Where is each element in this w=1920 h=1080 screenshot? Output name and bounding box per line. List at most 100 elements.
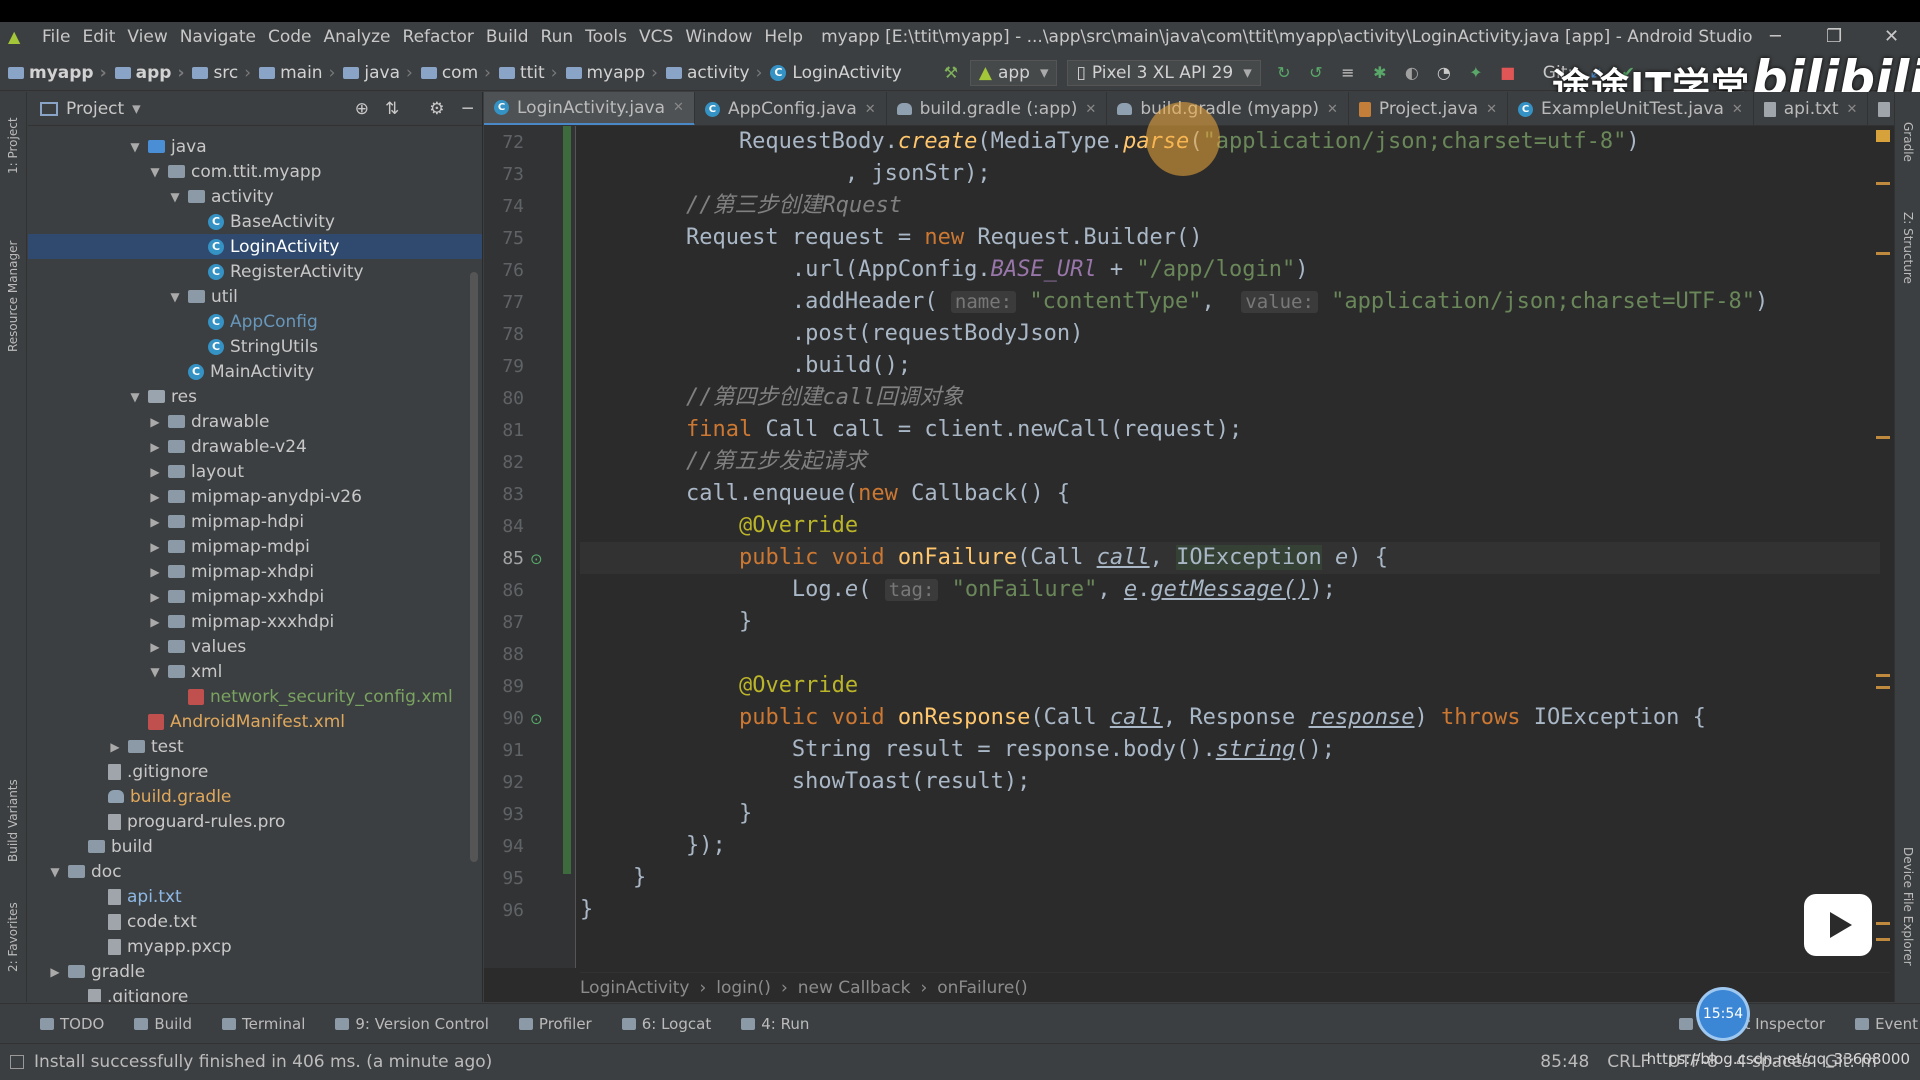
status-message[interactable]: Install successfully finished in 406 ms.… [34, 1052, 492, 1072]
debug-icon[interactable]: ✱ [1371, 63, 1389, 82]
tree-item[interactable]: ▶ layout [28, 459, 482, 484]
tree-item[interactable]: ▼ doc [28, 859, 482, 884]
profile-icon[interactable]: ◔ [1435, 63, 1453, 82]
chevron-down-icon[interactable]: ▾ [132, 99, 141, 119]
chevron-down-icon[interactable]: ▼ [148, 165, 162, 179]
tree-item[interactable]: ▶ mipmap-xxxhdpi [28, 609, 482, 634]
todo-tool-button[interactable]: TODO [40, 1015, 104, 1033]
editor-tab[interactable]: build.gradle (myapp) ✕ [1107, 92, 1349, 125]
tree-item[interactable]: ▼ xml [28, 659, 482, 684]
override-marker-icon[interactable]: ⊙ [530, 550, 543, 568]
tree-item[interactable]: ▶ mipmap-hdpi [28, 509, 482, 534]
close-tab-icon[interactable]: ✕ [1847, 102, 1858, 117]
override-marker-icon[interactable]: ⊙ [530, 710, 543, 728]
close-tab-icon[interactable]: ✕ [673, 100, 684, 115]
chevron-down-icon[interactable]: ▼ [168, 290, 182, 304]
run-config-dropdown[interactable]: ▲ app ▾ [969, 59, 1058, 86]
chevron-right-icon[interactable]: ▶ [148, 565, 162, 579]
tree-item[interactable]: ▼ java [28, 134, 482, 159]
nav-crumb-java[interactable]: java › [335, 63, 413, 83]
resource-manager-tool-button[interactable]: Resource Manager [6, 241, 20, 352]
menu-vcs[interactable]: VCS [639, 27, 673, 47]
status-toggle-icon[interactable] [10, 1055, 24, 1069]
collapse-all-icon[interactable]: ⇅ [385, 99, 399, 119]
chevron-right-icon[interactable]: ▶ [148, 590, 162, 604]
error-stripe[interactable] [1876, 126, 1892, 968]
tree-item[interactable]: AndroidManifest.xml [28, 709, 482, 734]
attach-debugger-icon[interactable]: ✦ [1467, 63, 1485, 82]
event-log-tool-button[interactable]: Event Log [1855, 1015, 1920, 1033]
menu-window[interactable]: Window [685, 27, 752, 47]
warning-marker[interactable] [1876, 922, 1890, 925]
video-play-icon[interactable] [1804, 894, 1872, 956]
chevron-right-icon[interactable]: ▶ [148, 440, 162, 454]
chevron-right-icon[interactable]: ▶ [108, 740, 122, 754]
chevron-down-icon[interactable]: ▼ [168, 190, 182, 204]
apply-code-changes-icon[interactable]: ↺ [1307, 63, 1325, 82]
chevron-right-icon[interactable]: ▶ [148, 540, 162, 554]
restore-icon[interactable]: ❐ [1826, 26, 1842, 47]
tree-item[interactable]: ▶ mipmap-xhdpi [28, 559, 482, 584]
chevron-down-icon[interactable]: ▼ [148, 665, 162, 679]
chevron-right-icon[interactable]: ▶ [48, 965, 62, 979]
breadcrumb-inner-method[interactable]: onFailure() [937, 978, 1027, 998]
tree-item[interactable]: ▶ values [28, 634, 482, 659]
close-tab-icon[interactable]: ✕ [1486, 102, 1497, 117]
menu-tools[interactable]: Tools [585, 27, 627, 47]
apply-changes-icon[interactable]: ↻ [1275, 63, 1293, 82]
menu-file[interactable]: File [42, 27, 70, 47]
structure-tool-button[interactable]: Z: Structure [1901, 212, 1915, 284]
sync-icon[interactable]: ≡ [1339, 63, 1357, 82]
warning-marker[interactable] [1876, 686, 1890, 689]
editor-tab[interactable]: C AppConfig.java ✕ [695, 92, 887, 125]
line-separator[interactable]: CRLF [1607, 1052, 1650, 1072]
favorites-tool-button[interactable]: 2: Favorites [6, 902, 20, 972]
menu-edit[interactable]: Edit [82, 27, 115, 47]
tree-item[interactable]: ▶ drawable-v24 [28, 434, 482, 459]
menu-analyze[interactable]: Analyze [324, 27, 391, 47]
close-tab-icon[interactable]: ✕ [1085, 102, 1096, 117]
nav-crumb-com[interactable]: com › [413, 63, 491, 83]
nav-crumb-src[interactable]: src › [184, 63, 251, 83]
close-tab-icon[interactable]: ✕ [1327, 102, 1338, 117]
tree-item[interactable]: ▼ res [28, 384, 482, 409]
tree-item[interactable]: myapp.pxcp [28, 934, 482, 959]
tree-item[interactable]: proguard-rules.pro [28, 809, 482, 834]
logcat-tool-button[interactable]: 6: Logcat [621, 1015, 711, 1033]
chevron-down-icon[interactable]: ▼ [128, 390, 142, 404]
build-variants-tool-button[interactable]: Build Variants [6, 779, 20, 862]
version-control-tool-button[interactable]: 9: Version Control [335, 1015, 489, 1033]
device-dropdown[interactable]: ▯ Pixel 3 XL API 29 ▾ [1067, 59, 1261, 86]
editor-tab[interactable]: Andr✕ [1868, 92, 1894, 125]
menu-help[interactable]: Help [764, 27, 803, 47]
tree-item[interactable]: C AppConfig [28, 309, 482, 334]
make-project-hammer-icon[interactable]: ⚒ [942, 63, 960, 82]
chevron-right-icon[interactable]: ▶ [148, 490, 162, 504]
coverage-icon[interactable]: ◐ [1403, 63, 1421, 82]
breadcrumb-anon-class[interactable]: new Callback [798, 978, 911, 998]
project-scrollbar[interactable] [470, 272, 478, 862]
close-tab-icon[interactable]: ✕ [865, 102, 876, 117]
menu-run[interactable]: Run [541, 27, 574, 47]
chevron-right-icon[interactable]: ▶ [148, 415, 162, 429]
tree-item[interactable]: ▼ util [28, 284, 482, 309]
tree-item[interactable]: C BaseActivity [28, 209, 482, 234]
tree-item[interactable]: C RegisterActivity [28, 259, 482, 284]
warning-marker[interactable] [1876, 182, 1890, 185]
tree-item[interactable]: ▼ com.ttit.myapp [28, 159, 482, 184]
nav-crumb-ttit[interactable]: ttit › [491, 63, 558, 83]
warning-marker[interactable] [1876, 938, 1890, 941]
editor-tab[interactable]: Project.java ✕ [1349, 92, 1508, 125]
gradle-tool-button[interactable]: Gradle [1901, 122, 1915, 162]
menu-code[interactable]: Code [268, 27, 312, 47]
warning-marker[interactable] [1876, 436, 1890, 439]
project-view-dropdown[interactable]: Project [66, 99, 124, 119]
tree-item[interactable]: code.txt [28, 909, 482, 934]
code-area[interactable]: RequestBody.create(MediaType.parse("appl… [580, 126, 1880, 968]
chevron-right-icon[interactable]: ▶ [148, 465, 162, 479]
tree-item[interactable]: C LoginActivity [28, 234, 482, 259]
breadcrumb-class[interactable]: LoginActivity [580, 978, 689, 998]
build-tool-button[interactable]: Build [134, 1015, 192, 1033]
locate-file-icon[interactable]: ⊕ [355, 99, 369, 119]
menu-refactor[interactable]: Refactor [403, 27, 474, 47]
